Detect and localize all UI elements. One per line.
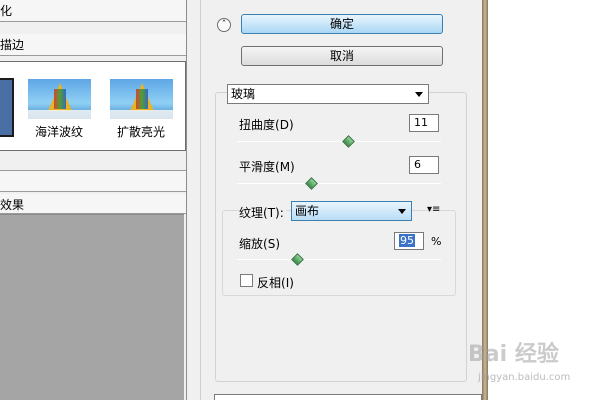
selected-thumbnail[interactable] (0, 78, 14, 137)
texture-select[interactable]: 画布 (291, 201, 412, 221)
smoothness-input[interactable]: 6 (409, 156, 439, 174)
invert-label-text: 反相 (257, 276, 282, 290)
category-label-effect: 效果 (0, 198, 25, 212)
sail-stripes (136, 89, 148, 109)
smoothness-shortcut: (M) (275, 160, 295, 174)
collapse-gallery-icon[interactable]: ˆ (217, 18, 231, 32)
filter-gallery-panel: 化 描边 海洋波纹 扩散亮光 效果 (0, 0, 200, 400)
sail-stripes (54, 89, 66, 109)
filter-select-value: 玻璃 (231, 87, 256, 101)
thumbnail-diffuse-glow[interactable] (110, 79, 173, 119)
scale-input[interactable]: 95 (394, 232, 424, 250)
scale-unit: % (431, 235, 442, 248)
preview-bottom-field (214, 394, 482, 400)
distortion-slider[interactable] (237, 141, 441, 142)
scale-slider[interactable] (237, 259, 441, 260)
thumbnail-label-diffuse-glow: 扩散亮光 (116, 125, 165, 139)
watermark-logo: Bai 经验 (468, 342, 559, 367)
category-row-blank[interactable] (0, 170, 186, 192)
texture-shortcut: (T): (263, 206, 284, 220)
distortion-label: 扭曲度(D) (239, 116, 294, 133)
scale-input-value: 95 (399, 234, 415, 247)
category-row-stroke[interactable]: 描边 (0, 34, 186, 56)
wave-strip (28, 110, 91, 119)
scale-label-text: 缩放 (239, 237, 264, 251)
distortion-input[interactable]: 11 (409, 114, 439, 132)
distortion-label-text: 扭曲度 (239, 118, 276, 132)
category-row-prev[interactable]: 化 (0, 0, 186, 22)
texture-menu-icon[interactable]: ▾≡ (427, 204, 440, 215)
filter-thumbnails: 海洋波纹 扩散亮光 (0, 61, 186, 151)
chevron-down-icon (398, 209, 406, 214)
cancel-button[interactable]: 取消 (241, 46, 443, 66)
category-label-stroke: 描边 (0, 38, 25, 52)
thumbnail-label-ocean-ripple: 海洋波纹 (34, 125, 83, 139)
texture-select-value: 画布 (295, 204, 320, 218)
smoothness-label-text: 平滑度 (239, 160, 276, 174)
chevron-down-icon (415, 92, 423, 97)
effect-layers-area (0, 214, 184, 400)
watermark-url: jingyan.baidu.com (478, 372, 571, 383)
category-row-effect[interactable]: 效果 (0, 194, 186, 214)
texture-label-text: 纹理 (239, 206, 264, 220)
scale-shortcut: (S) (263, 237, 280, 251)
filter-select[interactable]: 玻璃 (227, 84, 429, 104)
thumbnail-ocean-ripple[interactable] (28, 79, 91, 119)
invert-shortcut: (I) (281, 276, 294, 290)
invert-label: 反相(I) (257, 274, 294, 291)
scale-label: 缩放(S) (239, 235, 280, 252)
texture-label: 纹理(T): (239, 204, 286, 221)
invert-checkbox[interactable] (240, 274, 253, 287)
panel-splitter[interactable] (186, 0, 200, 400)
settings-panel: ˆ 确定 取消 玻璃 扭曲度(D) 11 平滑度(M) 6 纹理(T): 画布 … (200, 0, 482, 400)
ok-button[interactable]: 确定 (241, 14, 443, 34)
distortion-shortcut: (D) (275, 118, 294, 132)
category-label-prev: 化 (0, 4, 13, 18)
smoothness-label: 平滑度(M) (239, 158, 295, 175)
wave-strip (110, 110, 173, 119)
smoothness-slider[interactable] (237, 183, 441, 184)
